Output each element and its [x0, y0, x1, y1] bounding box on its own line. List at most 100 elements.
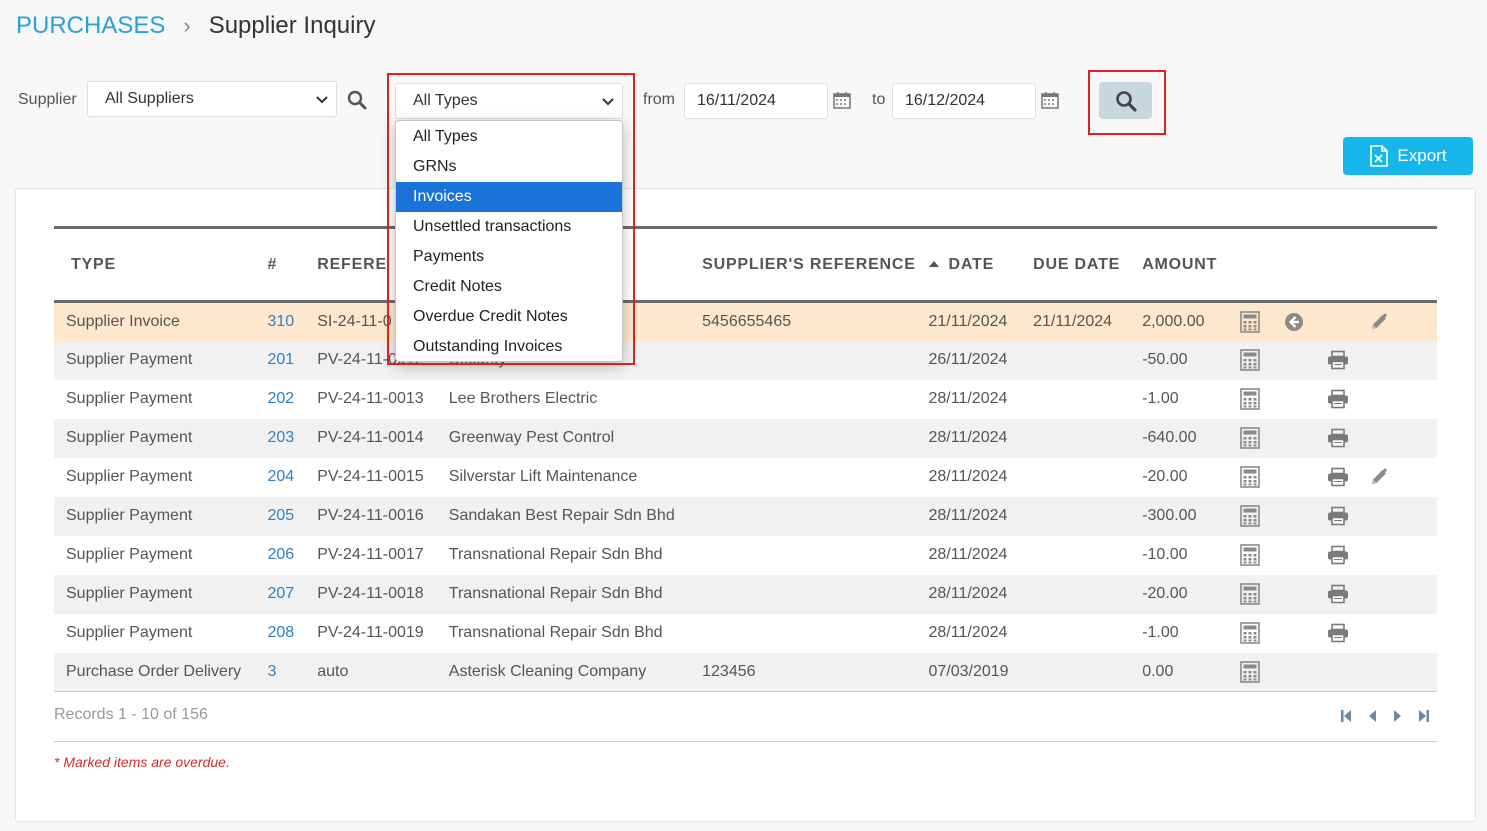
transaction-number-link[interactable]: 204: [267, 468, 294, 485]
cell-type: Supplier Payment: [66, 546, 193, 563]
cell-supplier: Transnational Repair Sdn Bhd: [449, 575, 702, 614]
supplier-search-icon[interactable]: [347, 90, 367, 110]
cell-reference: PV-24-11-0015: [317, 468, 424, 485]
cell-type: Supplier Invoice: [66, 312, 180, 330]
cell-number-link[interactable]: 310: [267, 302, 317, 341]
row-action-print[interactable]: [1327, 419, 1370, 458]
row-action-gl[interactable]: [1240, 575, 1284, 614]
calculator-icon: [1240, 505, 1260, 527]
row-action-void: [1284, 614, 1327, 653]
type-select-annotation: [387, 73, 635, 365]
table-row[interactable]: Purchase Order Delivery 3 auto Asterisk Cle…: [54, 652, 1437, 692]
calendar-icon[interactable]: [1041, 91, 1059, 109]
table-row[interactable]: Supplier Payment 207 PV-24-11-0018 Transnat…: [54, 574, 1437, 614]
table-row[interactable]: Supplier Payment 203 PV-24-11-0014 Greenway…: [54, 418, 1437, 458]
export-label: Export: [1397, 146, 1447, 165]
cell-number-link[interactable]: 208: [267, 614, 317, 653]
transaction-number-link[interactable]: 206: [267, 546, 294, 563]
next-page-icon[interactable]: [1392, 709, 1404, 723]
print-icon: [1327, 467, 1348, 487]
cell-number-link[interactable]: 202: [267, 380, 317, 419]
row-action-gl[interactable]: [1240, 653, 1284, 692]
from-date-value: 16/11/2024: [697, 92, 776, 109]
table-row[interactable]: Supplier Payment 206 PV-24-11-0017 Transnat…: [54, 535, 1437, 575]
last-page-icon[interactable]: [1418, 709, 1430, 723]
cell-number-link[interactable]: 206: [267, 536, 317, 575]
col-supplier-reference[interactable]: SUPPLIER'S REFERENCE: [702, 226, 929, 303]
transaction-number-link[interactable]: 208: [267, 624, 294, 641]
row-action-void: [1284, 419, 1327, 458]
col-type[interactable]: TYPE: [54, 226, 268, 303]
row-action-gl[interactable]: [1240, 380, 1284, 419]
cell-date: 28/11/2024: [928, 624, 1008, 641]
col-due-date[interactable]: DUE DATE: [1033, 226, 1143, 303]
first-page-icon[interactable]: [1340, 709, 1352, 723]
row-action-edit[interactable]: [1369, 458, 1411, 497]
cell-number-link[interactable]: 203: [267, 419, 317, 458]
col-number[interactable]: #: [267, 226, 318, 303]
table-row[interactable]: Supplier Payment 204 PV-24-11-0015 Silverst…: [54, 457, 1437, 497]
transaction-number-link[interactable]: 207: [267, 585, 294, 602]
cell-amount: -20.00: [1142, 585, 1188, 602]
supplier-select[interactable]: All Suppliers: [87, 81, 337, 117]
table-row[interactable]: Supplier Payment 202 PV-24-11-0013 Lee Brot…: [54, 379, 1437, 419]
cell-due-date: [1033, 341, 1142, 380]
previous-page-icon[interactable]: [1366, 709, 1378, 723]
row-action-print[interactable]: [1327, 575, 1370, 614]
to-date-input[interactable]: 16/12/2024: [892, 83, 1036, 119]
transaction-number-link[interactable]: 203: [267, 429, 294, 446]
cell-amount: -10.00: [1142, 546, 1188, 563]
row-action-void: [1284, 380, 1327, 419]
row-action-print[interactable]: [1327, 341, 1370, 380]
row-action-gl[interactable]: [1240, 419, 1284, 458]
transaction-number-link[interactable]: 205: [267, 507, 294, 524]
edit-pencil-icon: [1372, 468, 1388, 484]
table-row[interactable]: Supplier Payment 208 PV-24-11-0019 Transnat…: [54, 613, 1437, 653]
row-action-print[interactable]: [1327, 536, 1370, 575]
row-action-gl[interactable]: [1240, 536, 1284, 575]
cell-number-link[interactable]: 204: [267, 458, 317, 497]
transaction-number-link[interactable]: 201: [267, 351, 294, 368]
row-action-edit[interactable]: [1369, 302, 1411, 341]
calendar-icon[interactable]: [833, 91, 851, 109]
export-button[interactable]: Export: [1343, 137, 1473, 175]
footer-divider: [54, 741, 1437, 742]
cell-number-link[interactable]: 207: [267, 575, 317, 614]
row-action-gl[interactable]: [1240, 458, 1284, 497]
row-action-print[interactable]: [1327, 497, 1370, 536]
table-row[interactable]: Supplier Payment201PV-24-11-0012Security…: [54, 340, 1437, 380]
cell-number-link[interactable]: 205: [267, 497, 317, 536]
cell-reference: PV-24-11-0019: [317, 624, 424, 641]
row-action-void: [1284, 341, 1327, 380]
col-date[interactable]: DATE: [928, 226, 1034, 303]
row-action-gl[interactable]: [1240, 302, 1284, 341]
row-action-edit: [1369, 341, 1411, 380]
chevron-down-icon: [316, 96, 328, 104]
row-action-print[interactable]: [1327, 458, 1370, 497]
transaction-number-link[interactable]: 310: [267, 313, 294, 330]
cell-number-link[interactable]: 201: [267, 341, 317, 380]
cell-number-link[interactable]: 3: [267, 653, 317, 692]
cell-date: 28/11/2024: [928, 390, 1008, 407]
row-action-gl[interactable]: [1240, 341, 1284, 380]
row-action-gl[interactable]: [1240, 614, 1284, 653]
cell-due-date: [1033, 458, 1142, 497]
table-row[interactable]: Supplier Invoice310SI-24-11-0s5456655465…: [54, 301, 1437, 341]
cell-date: 07/03/2019: [928, 662, 1009, 680]
supplier-name: Transnational Repair Sdn Bhd: [448, 585, 663, 602]
row-action-print[interactable]: [1327, 380, 1370, 419]
transaction-number-link[interactable]: 3: [267, 663, 276, 680]
row-action-edit: [1369, 653, 1411, 692]
from-date-input[interactable]: 16/11/2024: [684, 83, 828, 119]
transaction-number-link[interactable]: 202: [267, 390, 294, 407]
row-action-gl[interactable]: [1240, 497, 1284, 536]
calculator-icon: [1240, 544, 1260, 566]
breadcrumb-purchases-link[interactable]: PURCHASES: [16, 12, 165, 40]
col-amount[interactable]: AMOUNT: [1142, 226, 1240, 303]
to-label: to: [872, 91, 886, 108]
cell-type: Supplier Payment: [66, 507, 193, 524]
row-action-print[interactable]: [1327, 614, 1370, 653]
table-row[interactable]: Supplier Payment 205 PV-24-11-0016 Sandakan…: [54, 496, 1437, 536]
row-action-void[interactable]: [1284, 302, 1327, 341]
cell-amount: 0.00: [1142, 662, 1174, 680]
